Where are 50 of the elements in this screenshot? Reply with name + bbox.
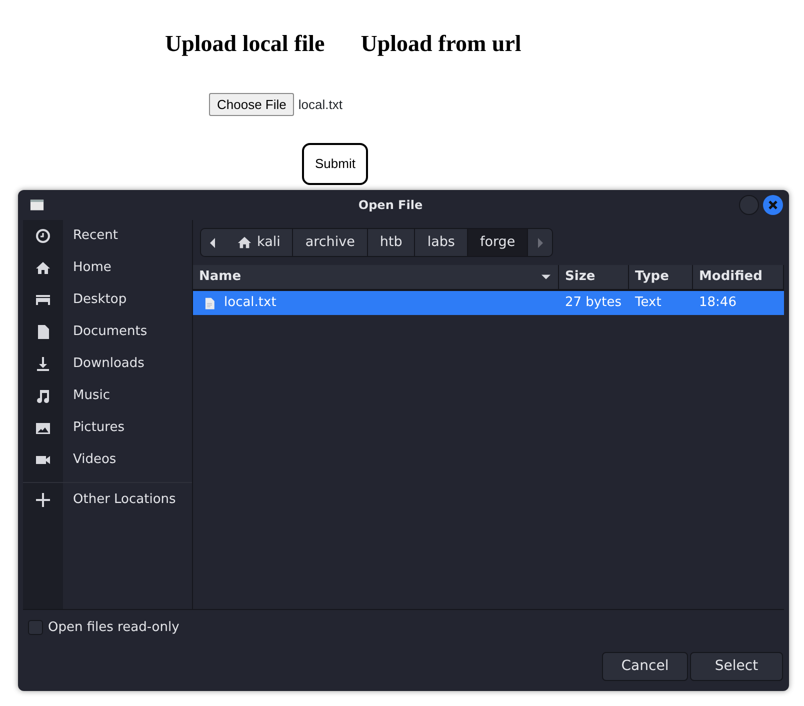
file-modified: 18:46 — [699, 294, 736, 312]
sidebar-item[interactable]: Downloads — [63, 354, 144, 374]
file-type: Text — [635, 294, 662, 312]
submit-button[interactable]: Submit — [302, 143, 368, 185]
cancel-button[interactable]: Cancel — [602, 652, 688, 681]
select-button[interactable]: Select — [690, 652, 783, 681]
plus-icon — [35, 492, 51, 508]
text-file-icon — [203, 296, 216, 310]
music-note-icon — [35, 388, 51, 404]
column-header[interactable]: Type — [629, 265, 693, 289]
sidebar-item[interactable]: Desktop — [63, 290, 127, 310]
path-segment[interactable]: archive — [293, 229, 368, 256]
path-segment[interactable]: labs — [415, 229, 468, 256]
page-heading[interactable]: Upload from url — [360, 30, 522, 58]
sidebar-item[interactable]: Recent — [63, 226, 118, 246]
sidebar-item[interactable]: Pictures — [63, 418, 124, 438]
download-icon — [35, 356, 51, 372]
home-icon — [237, 235, 252, 250]
choose-file-button[interactable]: Choose File — [209, 92, 294, 116]
file-name: local.txt — [224, 294, 276, 312]
checkbox-label: Open files read-only — [48, 618, 180, 636]
close-button[interactable] — [763, 195, 783, 215]
picture-icon — [35, 420, 51, 436]
page-heading[interactable]: Upload local file — [165, 30, 325, 58]
sidebar-item[interactable]: Videos — [63, 450, 116, 470]
desktop-icon — [35, 292, 51, 308]
caret-left-icon — [210, 238, 216, 248]
sidebar-item[interactable]: Home — [63, 258, 112, 278]
home-icon — [35, 260, 51, 276]
close-icon — [768, 200, 778, 210]
clock-icon — [35, 228, 51, 244]
window-icon — [28, 198, 46, 212]
file-row[interactable]: local.txt 27 bytes Text 18:46 — [193, 291, 784, 315]
back-button[interactable] — [201, 229, 225, 256]
file-name-label: local.txt — [298, 96, 342, 114]
column-header[interactable]: Name — [193, 265, 559, 289]
file-size: 27 bytes — [565, 294, 622, 312]
forward-button[interactable] — [528, 229, 552, 256]
sidebar-item[interactable]: Documents — [63, 322, 148, 342]
sidebar-item[interactable]: Music — [63, 386, 110, 406]
column-header[interactable]: Modified — [693, 265, 784, 289]
path-segment[interactable]: htb — [368, 229, 416, 256]
window-title: Open File — [357, 197, 424, 214]
checkbox[interactable] — [28, 620, 43, 635]
path-segment[interactable]: forge — [468, 229, 528, 256]
column-header[interactable]: Size — [559, 265, 629, 289]
document-icon — [35, 324, 51, 340]
sidebar-item[interactable]: Other Locations — [63, 490, 176, 510]
caret-right-icon — [537, 238, 544, 248]
path-segment[interactable]: kali — [225, 229, 294, 256]
